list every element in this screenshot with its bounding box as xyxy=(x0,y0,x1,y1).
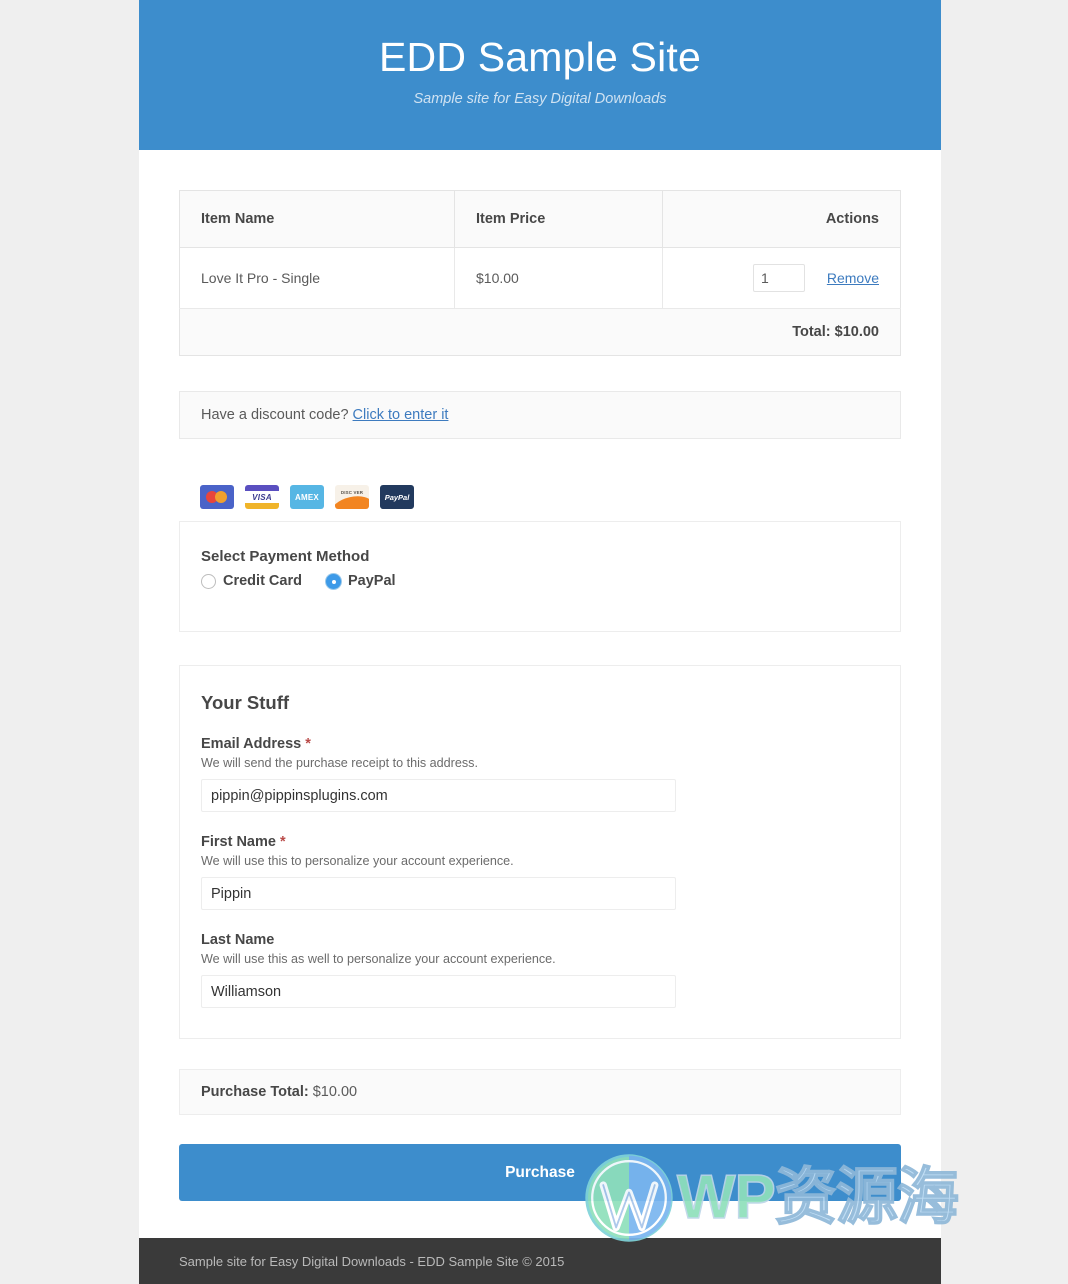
gateway-label-credit-card: Credit Card xyxy=(223,573,302,589)
purchase-total-label: Purchase Total: xyxy=(201,1084,309,1100)
visa-icon-label: VISA xyxy=(252,492,272,502)
page-root: EDD Sample Site Sample site for Easy Dig… xyxy=(0,0,1068,1284)
first-name-field[interactable] xyxy=(201,877,676,910)
label-first-name: First Name * xyxy=(201,834,286,850)
gateway-option-credit-card[interactable]: Credit Card xyxy=(201,573,302,589)
accepted-cards-list: VISA AMEX DISC VER PayPal xyxy=(200,485,901,509)
last-name-field[interactable] xyxy=(201,975,676,1008)
purchase-total-value: $10.00 xyxy=(312,1084,358,1100)
table-row: Love It Pro - Single $10.00 Remove xyxy=(179,247,901,309)
paypal-icon-label: PayPal xyxy=(384,492,410,502)
quantity-input[interactable] xyxy=(752,264,805,292)
description-first-name: We will use this to personalize your acc… xyxy=(201,854,514,868)
required-marker-first-name: * xyxy=(279,834,286,850)
checkout-form: Item Name Item Price Actions Love It Pro… xyxy=(179,190,901,1201)
paypal-icon: PayPal xyxy=(380,485,414,509)
cart-total-cell: Total: $10.00 xyxy=(179,308,901,356)
cart-item-name: Love It Pro - Single xyxy=(179,247,455,309)
footer-text: Sample site for Easy Digital Downloads -… xyxy=(179,1253,565,1269)
description-last-name: We will use this as well to personalize … xyxy=(201,952,556,966)
radio-paypal[interactable] xyxy=(325,573,341,589)
visa-icon: VISA xyxy=(245,485,279,509)
site-footer: Sample site for Easy Digital Downloads -… xyxy=(139,1238,941,1284)
cart-total-label: Total: xyxy=(792,324,831,340)
cart-table-body: Love It Pro - Single $10.00 Remove xyxy=(179,247,901,309)
radio-credit-card[interactable] xyxy=(201,573,216,589)
column-header-item-name: Item Name xyxy=(179,190,455,248)
page-title: EDD Sample Site xyxy=(378,34,701,80)
discover-icon-label: DISC VER xyxy=(340,490,364,495)
cart-header-row: Item Name Item Price Actions xyxy=(179,190,901,248)
site-header: EDD Sample Site Sample site for Easy Dig… xyxy=(139,0,941,150)
discount-prompt: Have a discount code? xyxy=(201,407,349,423)
personal-info-legend: Your Stuff xyxy=(201,692,290,713)
discover-icon: DISC VER xyxy=(335,485,369,509)
site-description: Sample site for Easy Digital Downloads xyxy=(413,91,667,107)
site-container: EDD Sample Site Sample site for Easy Dig… xyxy=(139,0,941,1284)
cart-total-value: $10.00 xyxy=(834,324,879,340)
mastercard-icon xyxy=(200,485,234,509)
cart-total-row: Total: $10.00 xyxy=(179,308,901,356)
amex-icon: AMEX xyxy=(290,485,324,509)
payment-method-legend: Select Payment Method xyxy=(201,548,370,565)
purchase-button[interactable]: Purchase xyxy=(179,1144,901,1201)
amex-icon-label: AMEX xyxy=(295,492,319,502)
main-content: Item Name Item Price Actions Love It Pro… xyxy=(139,150,941,1201)
payment-method-options: Credit Card PayPal xyxy=(201,573,879,589)
field-last-name: Last Name We will use this as well to pe… xyxy=(201,932,879,1008)
column-header-item-price: Item Price xyxy=(454,190,663,248)
remove-item-link[interactable]: Remove xyxy=(827,270,879,286)
label-email-address: Email Address * xyxy=(201,736,311,752)
gateway-label-paypal: PayPal xyxy=(347,573,396,589)
cart-item-price: $10.00 xyxy=(454,247,663,309)
cart-table-head: Item Name Item Price Actions xyxy=(179,190,901,248)
email-field[interactable] xyxy=(201,779,676,812)
cart-item-actions: Remove xyxy=(662,247,901,309)
discount-bar: Have a discount code? Click to enter it xyxy=(179,391,901,439)
column-header-actions: Actions xyxy=(662,190,901,248)
gateway-option-paypal[interactable]: PayPal xyxy=(325,573,396,589)
field-email-address: Email Address * We will send the purchas… xyxy=(201,736,879,812)
cart-table: Item Name Item Price Actions Love It Pro… xyxy=(179,190,901,356)
purchase-total-bar: Purchase Total: $10.00 xyxy=(179,1069,901,1115)
personal-info-box: Your Stuff Email Address * We will send … xyxy=(179,665,901,1039)
label-last-name: Last Name xyxy=(201,932,275,948)
cart-table-foot: Total: $10.00 xyxy=(179,308,901,356)
payment-method-box: Select Payment Method Credit Card PayPal xyxy=(179,521,901,632)
field-first-name: First Name * We will use this to persona… xyxy=(201,834,879,910)
description-email-address: We will send the purchase receipt to thi… xyxy=(201,756,478,770)
required-marker-email: * xyxy=(305,736,311,752)
enter-discount-link[interactable]: Click to enter it xyxy=(353,407,449,423)
